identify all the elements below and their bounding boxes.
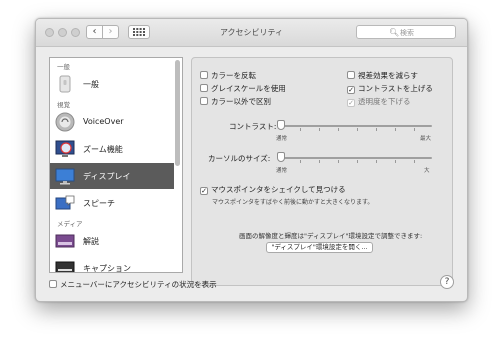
show-in-menubar-checkbox[interactable]: メニューバーにアクセシビリティの状況を表示	[49, 279, 217, 290]
cursor-size-min-label: 通常	[276, 168, 288, 174]
help-button[interactable]: ?	[440, 275, 454, 289]
checkbox-label: マウスポインタをシェイクして見つける	[211, 185, 346, 194]
voiceover-icon	[55, 112, 75, 132]
sidebar-item-label: キャプション	[83, 264, 131, 273]
slider-tick	[376, 160, 377, 163]
reduce-transparency-checkbox: ✓ 透明度を下げる	[347, 96, 411, 107]
sidebar-item-descriptions[interactable]: 解説	[50, 228, 174, 254]
checkbox-box	[200, 71, 208, 79]
checkbox-label: コントラストを上げる	[358, 84, 433, 93]
checkbox-label: カラー以外で区別	[211, 97, 271, 106]
checkbox-box	[200, 97, 208, 105]
increase-contrast-checkbox[interactable]: ✓ コントラストを上げる	[347, 83, 433, 94]
sidebar-item-label: 解説	[83, 237, 99, 246]
reduce-motion-checkbox[interactable]: 視差効果を減らす	[347, 70, 418, 81]
sidebar-item-label: スピーチ	[83, 199, 115, 208]
section-vision: 視覚	[57, 101, 70, 109]
slider-tick	[376, 128, 377, 131]
section-media: メディア	[57, 220, 83, 228]
checkbox-box	[200, 84, 208, 92]
zoom-icon	[55, 139, 75, 159]
slider-tick	[414, 160, 415, 163]
slider-tick	[338, 128, 339, 131]
checkbox-label: グレイスケールを使用	[211, 84, 286, 93]
slider-tick	[395, 128, 396, 131]
slider-tick	[300, 160, 301, 163]
open-display-preferences-button[interactable]: "ディスプレイ"環境設定を開く...	[266, 242, 373, 253]
invert-colors-checkbox[interactable]: カラーを反転	[200, 70, 256, 81]
contrast-max-label: 最大	[420, 136, 432, 142]
checkbox-label: カラーを反転	[211, 71, 256, 80]
sidebar-item-label: ズーム機能	[83, 145, 123, 154]
checkmark-icon: ✓	[347, 86, 355, 94]
slider-tick	[319, 160, 320, 163]
contrast-min-label: 通常	[276, 136, 288, 142]
sidebar-item-label: 一般	[83, 80, 99, 89]
cursor-size-label: カーソルのサイズ:	[208, 154, 271, 163]
search-placeholder: 検索	[400, 29, 414, 37]
slider-tick	[338, 160, 339, 163]
search-icon: 🔍︎	[389, 28, 400, 37]
slider-tick	[357, 160, 358, 163]
cursor-size-max-label: 大	[424, 168, 430, 174]
sidebar-item-speech[interactable]: スピーチ	[50, 190, 174, 216]
cursor-size-slider-knob[interactable]	[277, 152, 285, 162]
contrast-slider-knob[interactable]	[277, 120, 285, 130]
contrast-slider-track[interactable]	[280, 125, 432, 127]
sidebar-item-zoom[interactable]: ズーム機能	[50, 136, 174, 162]
sidebar-item-label: VoiceOver	[83, 117, 124, 126]
checkmark-icon: ✓	[200, 187, 208, 195]
preferences-window: ‹ › アクセシビリティ 🔍︎ 検索 一般 一般 視覚 VoiceOver ズー…	[35, 18, 468, 302]
slider-tick	[300, 128, 301, 131]
sidebar-scrollbar[interactable]	[175, 60, 180, 166]
checkbox-label: 視差効果を減らす	[358, 71, 418, 80]
sidebar-item-general[interactable]: 一般	[50, 71, 174, 97]
section-general: 一般	[57, 63, 70, 71]
slider-tick	[414, 128, 415, 131]
sidebar-item-display[interactable]: ディスプレイ	[50, 163, 174, 189]
sidebar-item-captions[interactable]: キャプション	[50, 255, 174, 273]
search-field[interactable]: 🔍︎ 検索	[356, 25, 456, 39]
contrast-label: コントラスト:	[229, 122, 277, 131]
checkmark-icon: ✓	[347, 99, 355, 107]
sidebar-item-voiceover[interactable]: VoiceOver	[50, 109, 174, 135]
checkbox-label: メニューバーにアクセシビリティの状況を表示	[60, 280, 217, 289]
slider-tick	[395, 160, 396, 163]
speech-icon	[55, 193, 75, 213]
checkbox-box	[49, 280, 57, 288]
shake-to-locate-checkbox[interactable]: ✓ マウスポインタをシェイクして見つける	[200, 184, 346, 195]
display-settings-pane: カラーを反転 グレイスケールを使用 カラー以外で区別 視差効果を減らす ✓ コント…	[191, 57, 453, 286]
resolution-note: 画面の解像度と輝度は"ディスプレイ"環境設定で調整できます:	[239, 232, 423, 240]
descriptions-icon	[55, 231, 75, 251]
category-sidebar[interactable]: 一般 一般 視覚 VoiceOver ズーム機能 ディスプレイ スピーチ メディ…	[49, 57, 183, 273]
checkbox-label: 透明度を下げる	[358, 97, 411, 106]
cursor-size-slider-track[interactable]	[280, 157, 432, 159]
shake-description: マウスポインタをすばやく前後に動かすと大きくなります。	[212, 199, 374, 206]
grayscale-checkbox[interactable]: グレイスケールを使用	[200, 83, 286, 94]
slider-tick	[319, 128, 320, 131]
captions-icon	[55, 258, 75, 272]
sidebar-item-label: ディスプレイ	[83, 172, 131, 181]
general-icon	[55, 74, 75, 94]
differentiate-without-color-checkbox[interactable]: カラー以外で区別	[200, 96, 271, 107]
display-icon	[55, 166, 75, 186]
title-bar: ‹ › アクセシビリティ 🔍︎ 検索	[36, 19, 467, 47]
checkbox-box	[347, 71, 355, 79]
slider-tick	[357, 128, 358, 131]
